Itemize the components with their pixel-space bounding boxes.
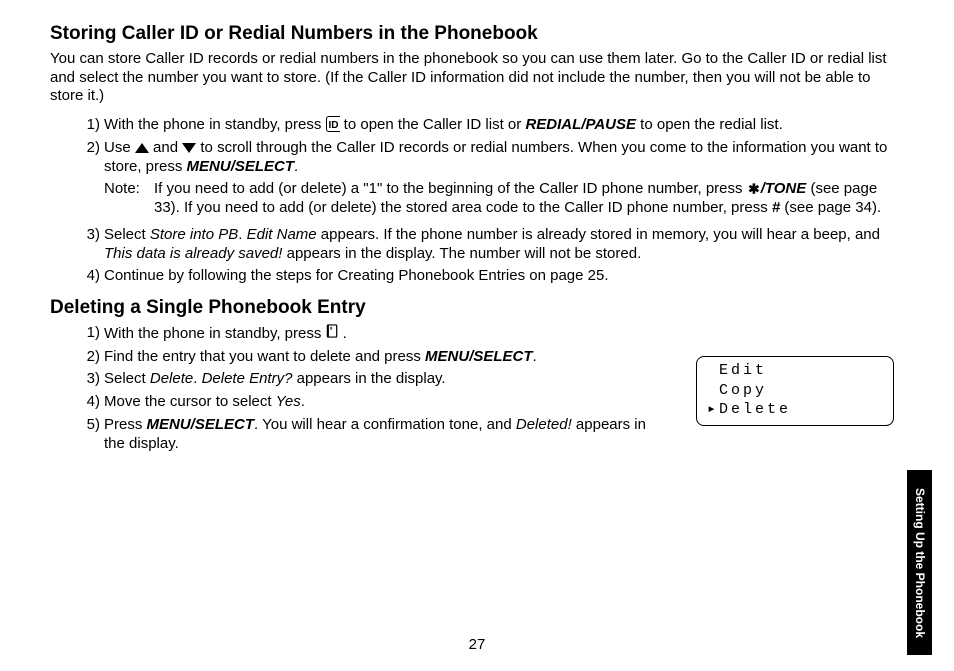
step-number: 1) — [78, 116, 100, 135]
step-body: Press MENU/SELECT. You will hear a confi… — [104, 416, 664, 454]
text: . — [533, 348, 537, 365]
delete-option: Delete — [150, 370, 193, 387]
step-1: 1) With the phone in standby, press . — [78, 324, 904, 344]
step-number: 5) — [78, 416, 100, 454]
svg-text:✱: ✱ — [748, 183, 760, 195]
text: to open the redial list. — [636, 116, 783, 133]
section1-intro: You can store Caller ID records or redia… — [50, 50, 904, 106]
step-body: Select Delete. Delete Entry? appears in … — [104, 370, 664, 389]
text: . You will hear a confirmation tone, and — [254, 416, 516, 433]
step-body: With the phone in standby, press to open… — [104, 116, 904, 135]
step-number: 3) — [78, 226, 100, 264]
note: Note: If you need to add (or delete) a "… — [104, 180, 904, 218]
section-tab-label: Setting Up the Phonebook — [912, 488, 927, 638]
section1-steps: 1) With the phone in standby, press to o… — [78, 116, 904, 286]
deleted-msg: Deleted! — [516, 416, 572, 433]
text: . — [339, 325, 347, 342]
lcd-display: Edit Copy ▸Delete — [696, 356, 894, 426]
text: Move the cursor to select — [104, 393, 276, 410]
down-arrow-icon — [182, 142, 196, 154]
text: Select — [104, 370, 150, 387]
section-tab: Setting Up the Phonebook — [907, 470, 932, 655]
section1-heading: Storing Caller ID or Redial Numbers in t… — [50, 22, 904, 46]
text: With the phone in standby, press — [104, 116, 326, 133]
step-number: 4) — [78, 393, 100, 412]
menu-select-key: MENU/SELECT — [147, 416, 255, 433]
edit-name: Edit Name — [247, 226, 317, 243]
step-body: Find the entry that you want to delete a… — [104, 348, 664, 367]
delete-entry-prompt: Delete Entry? — [202, 370, 293, 387]
step-body: Use and to scroll through the Caller ID … — [104, 139, 904, 222]
step-4: 4) Continue by following the steps for C… — [78, 267, 904, 286]
up-arrow-icon — [135, 142, 149, 154]
text: to open the Caller ID list or — [340, 116, 526, 133]
hash-key: # — [772, 199, 780, 216]
text: Find the entry that you want to delete a… — [104, 348, 425, 365]
yes-option: Yes — [276, 393, 301, 410]
lcd-line-2: Copy — [707, 381, 885, 401]
lcd-line-3: ▸Delete — [707, 400, 885, 420]
caller-id-icon — [326, 116, 340, 132]
step-body: Move the cursor to select Yes. — [104, 393, 664, 412]
menu-select-key: MENU/SELECT — [425, 348, 533, 365]
text: . — [238, 226, 246, 243]
already-saved-msg: This data is already saved! — [104, 245, 282, 262]
step-body: Select Store into PB. Edit Name appears.… — [104, 226, 904, 264]
note-body: If you need to add (or delete) a "1" to … — [154, 180, 904, 218]
text: (see page 34). — [780, 199, 881, 216]
step-body: With the phone in standby, press . — [104, 324, 664, 344]
redial-pause-key: REDIAL/PAUSE — [525, 116, 636, 133]
step-number: 2) — [78, 348, 100, 367]
text: Use — [104, 139, 135, 156]
step-2: 2) Use and to scroll through the Caller … — [78, 139, 904, 222]
step-number: 1) — [78, 324, 100, 344]
page-number: 27 — [469, 636, 486, 655]
text: If you need to add (or delete) a "1" to … — [154, 180, 747, 197]
lcd-line-1: Edit — [707, 361, 885, 381]
phonebook-icon — [326, 325, 339, 342]
text: Select — [104, 226, 150, 243]
text: . — [193, 370, 201, 387]
text: and — [149, 139, 182, 156]
cursor-icon: ▸ — [707, 401, 719, 418]
store-into-pb: Store into PB — [150, 226, 238, 243]
text: appears in the display. The number will … — [282, 245, 641, 262]
step-body: Continue by following the steps for Crea… — [104, 267, 904, 286]
step-1: 1) With the phone in standby, press to o… — [78, 116, 904, 135]
text: With the phone in standby, press — [104, 325, 326, 342]
star-icon: ✱ — [747, 183, 761, 195]
text: Press — [104, 416, 147, 433]
step-number: 4) — [78, 267, 100, 286]
text: appears in the display. — [292, 370, 445, 387]
text: . — [294, 158, 298, 175]
tone-key: /TONE — [761, 180, 807, 197]
text: . — [301, 393, 305, 410]
step-3: 3) Select Store into PB. Edit Name appea… — [78, 226, 904, 264]
step-number: 2) — [78, 139, 100, 222]
text: appears. If the phone number is already … — [317, 226, 880, 243]
note-label: Note: — [104, 180, 150, 218]
menu-select-key: MENU/SELECT — [187, 158, 295, 175]
step-number: 3) — [78, 370, 100, 389]
section2-heading: Deleting a Single Phonebook Entry — [50, 296, 904, 320]
